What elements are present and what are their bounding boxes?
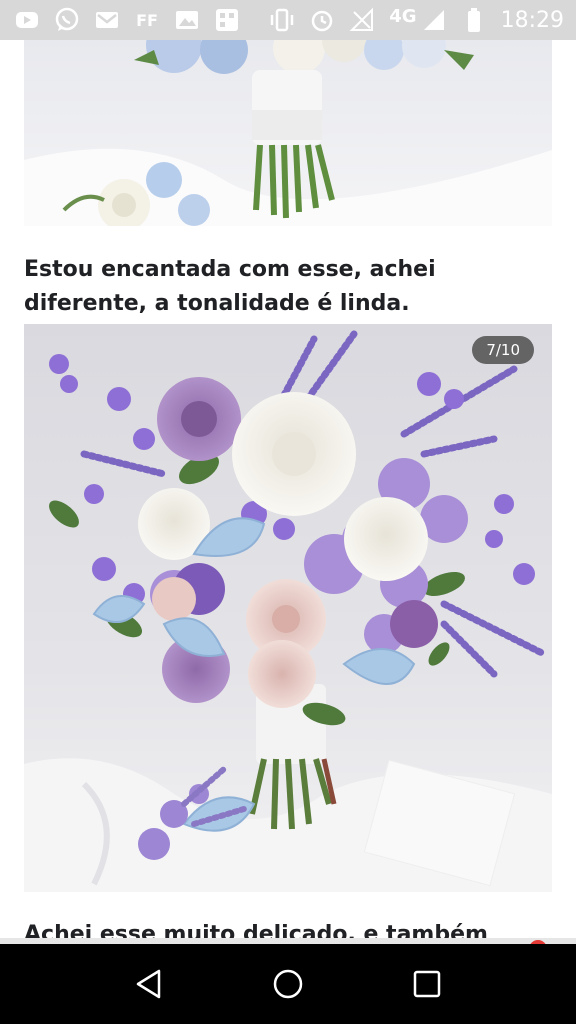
navigation-bar [0, 944, 576, 1024]
network-type: 4G [389, 5, 417, 27]
battery-icon [461, 7, 487, 33]
post-content[interactable]: Estou encantada com esse, achei diferent… [0, 40, 576, 938]
gmail-icon [94, 7, 120, 33]
recents-icon[interactable] [397, 954, 457, 1014]
vibrate-icon [269, 7, 295, 33]
post-caption-next: Achei esse muito delicado, e também [24, 922, 488, 938]
back-icon[interactable] [119, 954, 179, 1014]
gallery-icon [174, 7, 200, 33]
home-icon[interactable] [258, 954, 318, 1014]
alarm-icon [309, 7, 335, 33]
bouquet-photo[interactable]: 7/10 [24, 324, 552, 892]
clock: 18:29 [500, 7, 564, 33]
status-bar: FF 4G 18:29 [0, 0, 576, 40]
signal-empty-icon [349, 7, 375, 33]
image-counter-badge: 7/10 [472, 336, 534, 364]
whatsapp-icon [54, 7, 80, 33]
notification-icons: FF [14, 7, 240, 33]
youtube-icon [14, 7, 40, 33]
bouquet-photo-previous[interactable] [24, 40, 552, 226]
ff-icon: FF [136, 10, 158, 30]
post-caption: Estou encantada com esse, achei diferent… [24, 257, 436, 316]
system-icons: 4G 18:29 [269, 5, 564, 33]
app-grid-icon [214, 7, 240, 33]
signal-icon [421, 7, 447, 33]
